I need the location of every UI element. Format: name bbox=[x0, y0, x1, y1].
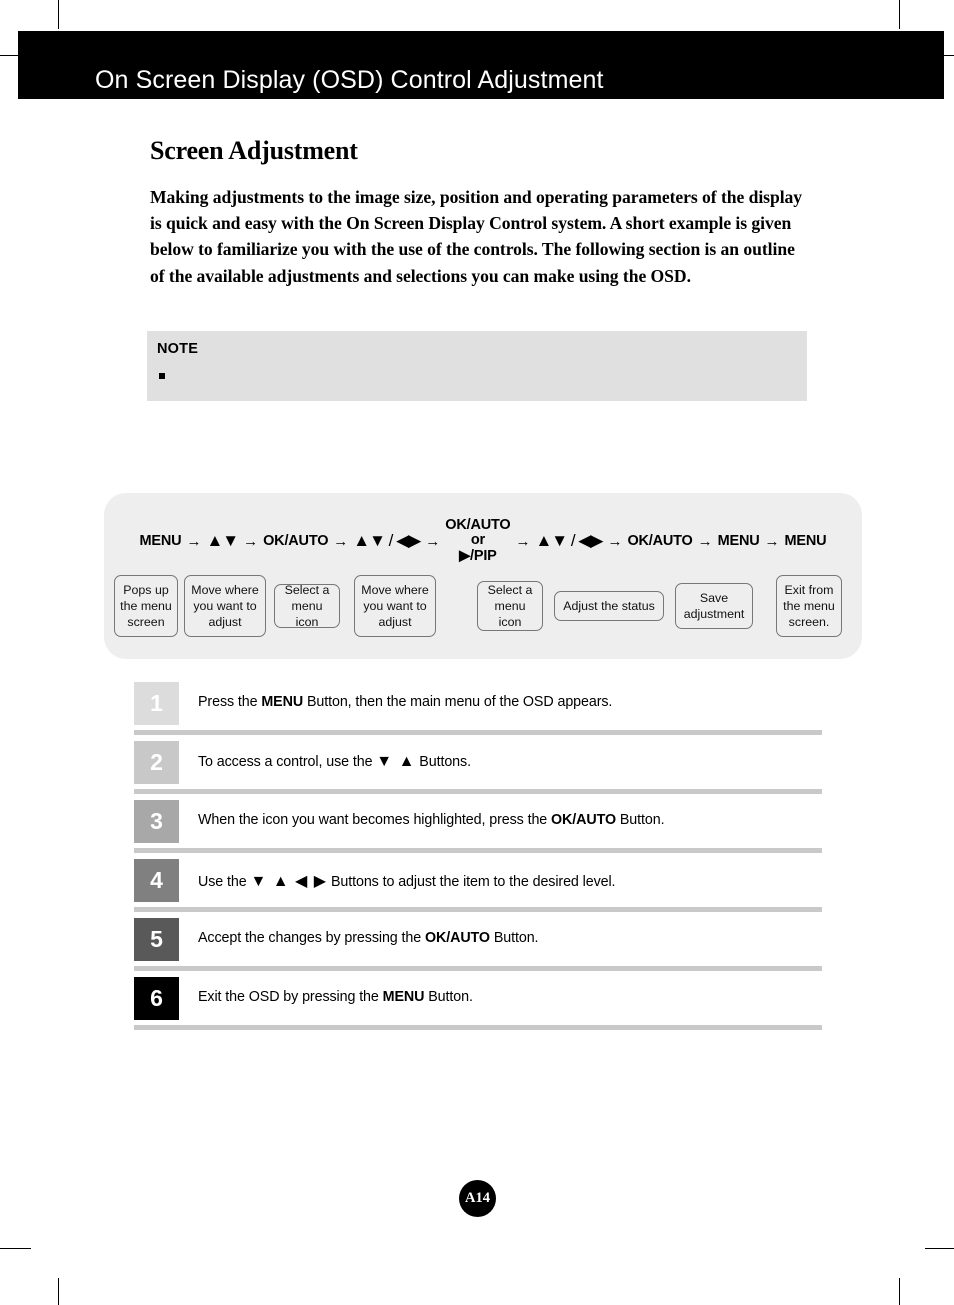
section-title: Screen Adjustment bbox=[150, 136, 358, 165]
crop-mark-top-right-vertical bbox=[899, 0, 900, 29]
step-instruction-text: Use the ▼ ▲ ◀ ▶ Buttons to adjust the it… bbox=[198, 871, 616, 891]
flow-token-stack-line: ▶/PIP bbox=[459, 547, 497, 564]
step-separator bbox=[134, 906, 822, 913]
step-text-fragment: Button. bbox=[616, 812, 665, 828]
step-text-fragment: Button. bbox=[424, 989, 473, 1005]
step-number-badge: 2 bbox=[134, 741, 179, 784]
step-row: 6 Exit the OSD by pressing the MENU Butto… bbox=[134, 977, 822, 1036]
flow-button-triangle-icon: ▲▼ bbox=[206, 531, 239, 550]
step-number-badge: 4 bbox=[134, 859, 179, 902]
step-instruction-text: Exit the OSD by pressing the MENU Button… bbox=[198, 989, 473, 1005]
flow-arrow-icon: → bbox=[764, 532, 780, 550]
crop-mark-bottom-left-horizontal bbox=[0, 1248, 31, 1249]
flow-token-label: MENU bbox=[717, 533, 760, 549]
flow-arrow-icon: → bbox=[515, 532, 531, 550]
step-text-fragment: When the icon you want becomes highlight… bbox=[198, 812, 552, 828]
step-separator bbox=[134, 847, 822, 854]
flow-button-triangle-icon: ▲▼ / ◀▶ bbox=[353, 531, 421, 550]
step-text-fragment: To access a control, use the bbox=[198, 754, 377, 770]
step-row: 5 Accept the changes by pressing the OK/A… bbox=[134, 918, 822, 977]
note-label: NOTE bbox=[157, 341, 199, 357]
step-text-fragment: Exit the OSD by pressing the bbox=[198, 989, 383, 1005]
flow-arrow-icon: → bbox=[425, 532, 441, 550]
step-row: 2 To access a control, use the ▼ ▲ Button… bbox=[134, 741, 822, 800]
step-number-badge: 1 bbox=[134, 682, 179, 725]
flow-arrow-icon: → bbox=[607, 532, 623, 550]
flow-button-triangle-icon: ▲▼ / ◀▶ bbox=[535, 531, 603, 550]
flow-token-stack-line: or bbox=[470, 532, 485, 549]
intro-paragraph: Making adjustments to the image size, po… bbox=[150, 187, 803, 286]
flow-token-label: OK/AUTO bbox=[263, 533, 329, 549]
step-text-fragment: Accept the changes by pressing the bbox=[198, 930, 425, 946]
crop-mark-bottom-right-horizontal bbox=[925, 1248, 954, 1249]
step-separator bbox=[134, 965, 822, 972]
note-box: NOTE bbox=[147, 331, 807, 401]
step-text-fragment: Buttons to adjust the item to the desire… bbox=[327, 874, 616, 890]
step-text-fragment: Press the bbox=[198, 694, 262, 710]
step-text-fragment: Buttons. bbox=[415, 754, 471, 770]
step-number-badge: 3 bbox=[134, 800, 179, 843]
step-row: 4 Use the ▼ ▲ ◀ ▶ Buttons to adjust the i… bbox=[134, 859, 822, 918]
flow-description-box: Move where you want to adjust bbox=[354, 575, 436, 637]
flow-description-box: Pops up the menu screen bbox=[114, 575, 178, 637]
step-text-fragment: Button, then the main menu of the OSD ap… bbox=[303, 694, 613, 710]
flow-arrow-icon: → bbox=[186, 532, 202, 550]
step-button-triangle-icon: ▼ ▲ ◀ ▶ bbox=[250, 873, 328, 890]
step-button-name: OK/AUTO bbox=[424, 930, 490, 946]
crop-mark-bottom-right-vertical bbox=[899, 1278, 900, 1305]
step-instruction-text: When the icon you want becomes highlight… bbox=[198, 812, 665, 828]
step-button-name: MENU bbox=[382, 989, 425, 1005]
page-header-title: On Screen Display (OSD) Control Adjustme… bbox=[95, 66, 604, 94]
step-instruction-text: To access a control, use the ▼ ▲ Buttons… bbox=[198, 753, 471, 771]
flow-sequence: MENU → ▲▼ → OK/AUTO → ▲▼ / ◀▶ → OK/AUTO or ▶/PIP → ▲… bbox=[104, 510, 862, 572]
crop-mark-top-left-horizontal bbox=[0, 55, 19, 56]
step-instruction-text: Press the MENU Button, then the main men… bbox=[198, 694, 612, 710]
step-number-badge: 6 bbox=[134, 977, 179, 1020]
note-bullet-icon bbox=[159, 373, 165, 379]
step-separator bbox=[134, 729, 822, 736]
flow-description-box: Save adjustment bbox=[675, 583, 753, 629]
flow-description-box: Move where you want to adjust bbox=[184, 575, 266, 637]
page-number-badge: A14 bbox=[459, 1180, 496, 1217]
step-button-triangle-icon: ▼ ▲ bbox=[376, 753, 416, 770]
step-number-badge: 5 bbox=[134, 918, 179, 961]
flow-description-box: Exit from the menu screen. bbox=[776, 575, 842, 637]
flow-description-box: Adjust the status bbox=[554, 591, 664, 621]
flow-token-stack-line: OK/AUTO bbox=[445, 516, 511, 533]
flow-description-box: Select a menu icon bbox=[274, 583, 340, 629]
step-separator bbox=[134, 1024, 822, 1031]
crop-mark-bottom-left-vertical bbox=[58, 1278, 59, 1305]
crop-mark-top-left-vertical bbox=[58, 0, 59, 29]
flow-token-label: OK/AUTO bbox=[627, 533, 693, 549]
step-text-fragment: Use the bbox=[198, 874, 251, 890]
flow-arrow-icon: → bbox=[243, 532, 259, 550]
flow-token-label: MENU bbox=[139, 533, 182, 549]
flow-description-box: Select a menu icon bbox=[477, 581, 543, 631]
step-list: 1 Press the MENU Button, then the main me… bbox=[134, 682, 822, 1036]
step-row: 1 Press the MENU Button, then the main me… bbox=[134, 682, 822, 741]
step-button-name: OK/AUTO bbox=[551, 812, 616, 828]
flow-description-boxes: Pops up the menu screen Move where you wa… bbox=[104, 575, 862, 645]
step-button-name: MENU bbox=[261, 694, 304, 710]
flow-token-label: MENU bbox=[784, 533, 827, 549]
osd-flow-diagram: MENU → ▲▼ → OK/AUTO → ▲▼ / ◀▶ → OK/AUTO or ▶/PIP → ▲… bbox=[104, 493, 862, 659]
step-row: 3 When the icon you want becomes highligh… bbox=[134, 800, 822, 859]
step-text-fragment: Button. bbox=[489, 930, 539, 946]
step-separator bbox=[134, 788, 822, 795]
flow-arrow-icon: → bbox=[333, 532, 349, 550]
flow-token-stack: OK/AUTO or ▶/PIP bbox=[445, 516, 511, 565]
flow-arrow-icon: → bbox=[697, 532, 713, 550]
step-instruction-text: Accept the changes by pressing the OK/AU… bbox=[198, 930, 539, 946]
